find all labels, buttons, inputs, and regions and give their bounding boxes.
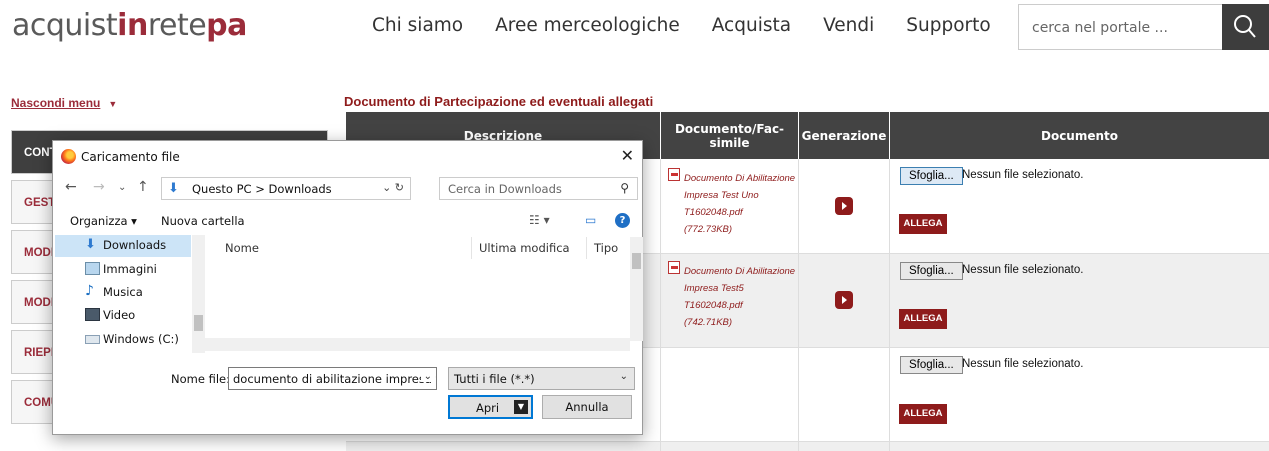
navigation-pane: ⬇ Downloads Immagini ♪ Musica Video Wind… bbox=[55, 235, 205, 353]
file-list-horizontal-scrollbar[interactable] bbox=[205, 338, 630, 351]
attach-button[interactable]: ALLEGA bbox=[899, 214, 947, 234]
file-name-value: documento di abilitazione impresa t bbox=[233, 372, 437, 386]
organize-menu[interactable]: Organizza ▾ bbox=[70, 214, 137, 228]
column-header-nome[interactable]: Nome bbox=[225, 241, 259, 255]
address-path: Questo PC > Downloads bbox=[192, 182, 332, 196]
document-size: (742.71KB) bbox=[684, 317, 733, 328]
document-size: (772.73KB) bbox=[684, 224, 733, 235]
open-button[interactable]: Apri ▼ bbox=[448, 395, 533, 419]
up-arrow-icon[interactable]: ↑ bbox=[137, 179, 149, 195]
help-icon[interactable]: ? bbox=[615, 213, 630, 228]
column-separator bbox=[471, 237, 472, 259]
column-separator bbox=[586, 237, 587, 259]
no-file-selected-text: Nessun file selezionato. bbox=[962, 169, 1084, 181]
document-name: Documento Di Abilitazione Impresa Test5 … bbox=[684, 266, 796, 311]
column-header-documento-facsimile: Documento/Fac-simile bbox=[661, 112, 798, 159]
nav-pane-downloads[interactable]: ⬇ Downloads bbox=[55, 235, 191, 257]
column-divider bbox=[660, 159, 661, 451]
browse-button[interactable]: Sfoglia... bbox=[900, 262, 963, 280]
pictures-folder-icon bbox=[85, 262, 100, 275]
nav-pane-musica[interactable]: ♪ Musica bbox=[55, 282, 191, 304]
search-icon: ⚲ bbox=[620, 181, 629, 195]
table-row bbox=[346, 441, 1269, 451]
generate-document-button[interactable] bbox=[835, 197, 853, 215]
no-file-selected-text: Nessun file selezionato. bbox=[962, 358, 1084, 370]
nav-pane-label: Musica bbox=[103, 285, 143, 299]
nav-pane-windows-c[interactable]: Windows (C:) bbox=[55, 329, 191, 351]
portal-search-input[interactable]: cerca nel portale ... bbox=[1018, 4, 1223, 50]
cancel-button[interactable]: Annulla bbox=[542, 395, 632, 419]
close-icon[interactable]: ✕ bbox=[621, 146, 634, 165]
nav-pane-scrollbar[interactable] bbox=[192, 235, 205, 353]
nav-pane-label: Windows (C:) bbox=[103, 332, 179, 346]
portal-search-button[interactable] bbox=[1222, 4, 1269, 50]
portal-logo[interactable]: acquistinretepa bbox=[12, 8, 247, 43]
music-note-icon: ♪ bbox=[85, 283, 94, 299]
open-button-label: Apri bbox=[476, 401, 500, 415]
nav-pane-label: Immagini bbox=[103, 262, 157, 276]
column-divider bbox=[798, 159, 799, 451]
main-nav: Chi siamo Aree merceologiche Acquista Ve… bbox=[372, 15, 1023, 36]
document-link[interactable]: Documento Di Abilitazione Impresa Test5 … bbox=[666, 263, 796, 331]
attach-button[interactable]: ALLEGA bbox=[899, 404, 947, 424]
hide-menu-label: Nascondi menu bbox=[11, 96, 101, 110]
generate-document-button[interactable] bbox=[835, 291, 853, 309]
search-icon bbox=[1234, 15, 1256, 38]
no-file-selected-text: Nessun file selezionato. bbox=[962, 264, 1084, 276]
open-options-dropdown-icon[interactable]: ▼ bbox=[514, 400, 528, 414]
recent-locations-chevron-icon[interactable]: ⌄ bbox=[118, 182, 126, 193]
download-arrow-icon: ⬇ bbox=[168, 181, 179, 196]
video-folder-icon bbox=[85, 308, 100, 321]
address-bar[interactable]: ⬇ Questo PC > Downloads ⌄ ↻ bbox=[161, 177, 411, 200]
dialog-search-placeholder: Cerca in Downloads bbox=[448, 182, 562, 196]
nav-pane-video[interactable]: Video bbox=[55, 305, 191, 327]
file-name-input[interactable]: documento di abilitazione impresa t ⌄ bbox=[228, 367, 437, 390]
chevron-down-icon: ⌄ bbox=[619, 371, 628, 382]
document-name: Documento Di Abilitazione Impresa Test U… bbox=[684, 173, 796, 218]
nav-pane-label: Downloads bbox=[103, 238, 167, 252]
document-link[interactable]: Documento Di Abilitazione Impresa Test U… bbox=[666, 170, 796, 238]
file-name-label: Nome file: bbox=[171, 372, 230, 386]
file-upload-dialog: Caricamento file ✕ ← → ⌄ ↑ ⬇ Questo PC >… bbox=[52, 140, 643, 435]
download-folder-icon: ⬇ bbox=[85, 237, 96, 252]
logo-text-rete: rete bbox=[147, 8, 207, 43]
firefox-icon bbox=[61, 149, 76, 164]
chevron-down-icon[interactable]: ⌄ bbox=[420, 371, 432, 382]
back-arrow-icon[interactable]: ← bbox=[65, 179, 77, 195]
logo-text-in: in bbox=[117, 8, 148, 43]
column-header-ultima-modifica[interactable]: Ultima modifica bbox=[479, 241, 570, 255]
nav-pane-immagini[interactable]: Immagini bbox=[55, 259, 191, 281]
drive-icon bbox=[85, 335, 100, 344]
nav-pane-label: Video bbox=[103, 308, 136, 322]
nav-supporto[interactable]: Supporto bbox=[906, 15, 990, 36]
nav-vendi[interactable]: Vendi bbox=[823, 15, 874, 36]
nav-aree-merceologiche[interactable]: Aree merceologiche bbox=[495, 15, 680, 36]
dialog-search-input[interactable]: Cerca in Downloads ⚲ bbox=[439, 177, 638, 200]
section-title: Documento di Partecipazione ed eventuali… bbox=[344, 94, 654, 109]
attach-button[interactable]: ALLEGA bbox=[899, 309, 947, 329]
nav-pane-scroll-thumb[interactable] bbox=[194, 315, 203, 331]
preview-pane-icon[interactable]: ▭ bbox=[585, 213, 596, 227]
hide-menu-link[interactable]: Nascondi menu ▼ bbox=[11, 96, 117, 110]
column-divider bbox=[889, 159, 890, 451]
logo-text-pa: pa bbox=[206, 8, 247, 43]
triangle-down-icon: ▼ bbox=[108, 99, 118, 109]
nav-acquista[interactable]: Acquista bbox=[712, 15, 791, 36]
file-type-select[interactable]: Tutti i file (*.*) ⌄ bbox=[448, 367, 635, 390]
forward-arrow-icon[interactable]: → bbox=[93, 179, 105, 195]
row-divider bbox=[346, 441, 1269, 442]
column-header-generazione: Generazione bbox=[799, 112, 889, 159]
column-header-tipo[interactable]: Tipo bbox=[594, 241, 618, 255]
view-options-icon[interactable]: ☷ ▾ bbox=[529, 213, 550, 227]
column-header-documento: Documento bbox=[890, 112, 1269, 159]
refresh-icon[interactable]: ⌄ ↻ bbox=[382, 181, 404, 194]
file-list-scroll-thumb[interactable] bbox=[632, 253, 641, 269]
nav-chi-siamo[interactable]: Chi siamo bbox=[372, 15, 463, 36]
browse-button[interactable]: Sfoglia... bbox=[900, 167, 963, 185]
new-folder-button[interactable]: Nuova cartella bbox=[161, 214, 245, 228]
dialog-title: Caricamento file bbox=[81, 150, 180, 164]
file-type-value: Tutti i file (*.*) bbox=[454, 372, 535, 386]
logo-text-acquist: acquist bbox=[12, 8, 118, 43]
browse-button[interactable]: Sfoglia... bbox=[900, 356, 963, 374]
